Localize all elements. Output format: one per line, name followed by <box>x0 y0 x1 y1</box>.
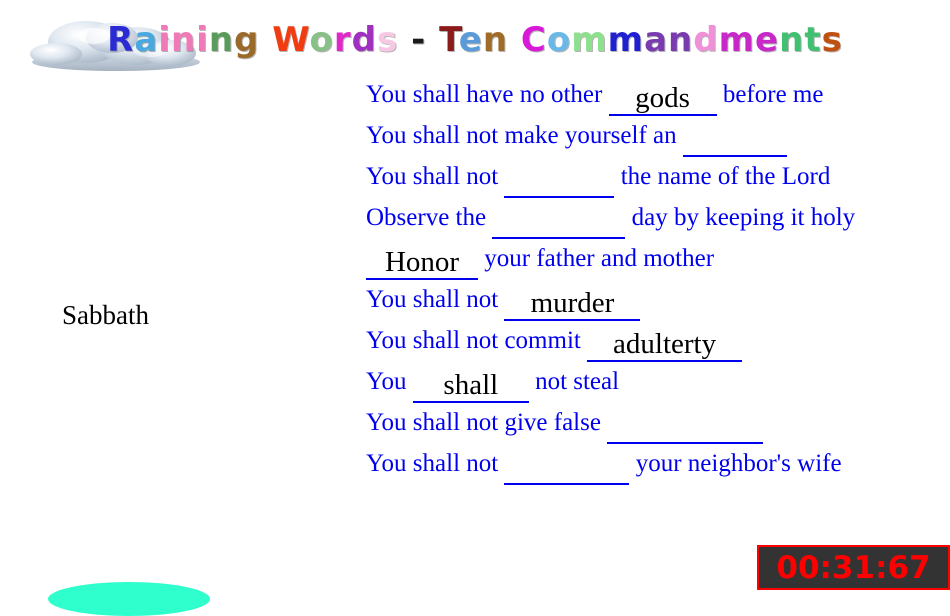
commandments-list: You shall have no other gods before me Yo… <box>366 74 950 485</box>
commandment-line: You shall not murder <box>366 279 950 321</box>
prompt-text: You shall not <box>366 163 505 190</box>
title-letter: - <box>411 20 427 60</box>
falling-word[interactable]: Sabbath <box>62 300 149 331</box>
prompt-text: before me <box>716 81 824 108</box>
page-title: Raining Words - Ten Commandments <box>0 20 950 60</box>
prompt-text: You shall not give false <box>366 409 608 436</box>
timer-value: 00:31:67 <box>776 549 931 586</box>
answer-blank[interactable] <box>504 451 630 485</box>
title-letter: n <box>170 20 197 60</box>
title-letter <box>398 20 411 60</box>
answer-blank[interactable] <box>682 123 787 157</box>
title-letter: n <box>208 20 235 60</box>
title-letter: i <box>196 20 209 60</box>
title-letter: s <box>821 20 843 60</box>
title-letter: i <box>158 20 171 60</box>
prompt-text: day by keeping it holy <box>625 204 856 231</box>
prompt-text: your neighbor's wife <box>629 450 842 477</box>
answer-blank[interactable] <box>607 410 764 444</box>
answer-blank[interactable]: Honor <box>366 246 478 280</box>
title-letter: d <box>351 20 378 60</box>
prompt-text: You shall not <box>366 450 505 477</box>
prompt-text: You shall not make yourself an <box>366 122 683 149</box>
title-letter: o <box>309 20 334 60</box>
title-letter: e <box>755 20 780 60</box>
commandment-line: You shall not steal <box>366 361 950 403</box>
prompt-text: You shall not <box>366 286 505 313</box>
title-letter: n <box>668 20 694 60</box>
title-letter: e <box>458 20 483 60</box>
title-letter: g <box>234 20 260 60</box>
title-letter: n <box>482 20 509 60</box>
prompt-text: You shall have no other <box>366 81 609 108</box>
bucket-rim <box>48 582 210 616</box>
title-letter: a <box>644 20 669 60</box>
commandment-line: Observe the day by keeping it holy <box>366 197 950 239</box>
title-letter <box>508 20 521 60</box>
commandment-line: You shall not commit adulterty <box>366 320 950 362</box>
title-letter: C <box>520 20 547 60</box>
title-letter <box>426 20 439 60</box>
title-letter: m <box>718 20 756 60</box>
commandment-line: You shall not make yourself an <box>366 115 950 157</box>
prompt-text: the name of the Lord <box>614 163 831 190</box>
timer: 00:31:67 <box>757 545 950 590</box>
title-letter: o <box>546 20 572 60</box>
title-letter: s <box>377 20 399 60</box>
commandment-line: Honor your father and mother <box>366 238 950 280</box>
commandment-line: You shall not your neighbor's wife <box>366 443 950 485</box>
title-letter <box>259 20 272 60</box>
prompt-text: not steal <box>528 368 620 395</box>
commandment-line: You shall not give false <box>366 402 950 444</box>
title-letter: m <box>571 20 608 60</box>
title-letter: W <box>272 20 310 60</box>
title-letter: R <box>107 20 135 60</box>
prompt-text: You <box>366 368 413 395</box>
title-letter: m <box>607 20 645 60</box>
answer-blank[interactable]: adulterty <box>587 328 743 362</box>
commandment-line: You shall have no other gods before me <box>366 74 950 116</box>
commandment-line: You shall not the name of the Lord <box>366 156 950 198</box>
title-letter: r <box>333 20 352 60</box>
title-letter: a <box>134 20 159 60</box>
title-letter: T <box>439 20 459 60</box>
answer-blank[interactable]: murder <box>504 287 641 321</box>
title-letter: d <box>693 20 719 60</box>
prompt-text: Observe the <box>366 204 493 231</box>
title-letter: t <box>804 20 822 60</box>
answer-blank[interactable]: gods <box>608 82 717 116</box>
prompt-text: You shall not commit <box>366 327 588 354</box>
title-letter: n <box>779 20 805 60</box>
answer-blank[interactable]: shall <box>412 369 529 403</box>
answer-blank[interactable] <box>492 205 626 239</box>
answer-blank[interactable] <box>504 164 615 198</box>
prompt-text: your father and mother <box>478 245 715 272</box>
